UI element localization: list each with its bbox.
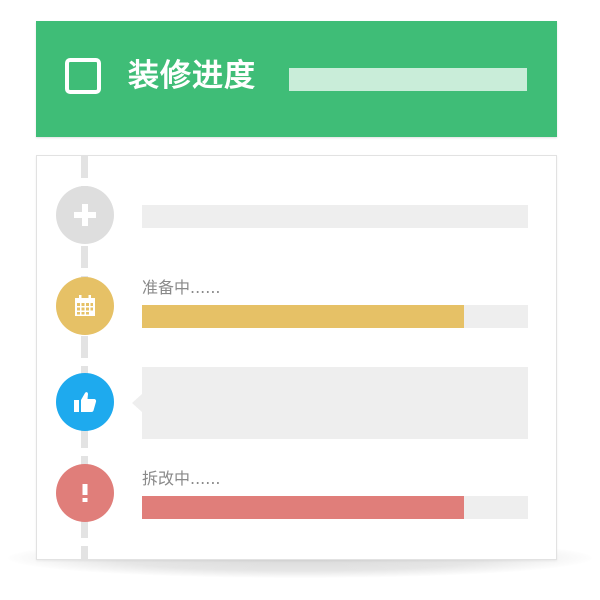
timeline-node-like[interactable]	[56, 373, 114, 431]
timeline-node-calendar[interactable]	[56, 277, 114, 335]
plus-icon	[74, 204, 96, 226]
comment-bubble	[142, 367, 528, 439]
title-placeholder-bar	[289, 68, 527, 91]
thumbs-up-icon	[74, 392, 97, 412]
checkbox-icon[interactable]	[65, 58, 101, 94]
status-label-demolition: 拆改中......	[142, 469, 221, 488]
progress-bar-preparing	[142, 305, 528, 328]
progress-illustration: 装修进度 准备中...... 拆改中......	[0, 0, 600, 600]
header-bar: 装修进度	[36, 21, 557, 137]
comment-bubble-tail	[132, 394, 142, 412]
progress-fill-preparing	[142, 305, 465, 328]
page-title: 装修进度	[128, 58, 256, 94]
calendar-icon	[75, 295, 95, 316]
timeline-item-placeholder	[142, 205, 528, 228]
progress-fill-demolition	[142, 496, 465, 519]
timeline-card: 准备中...... 拆改中......	[36, 155, 557, 560]
timeline-node-add[interactable]	[56, 186, 114, 244]
progress-bar-demolition	[142, 496, 528, 519]
exclamation-icon	[82, 484, 88, 502]
timeline-node-alert[interactable]	[56, 464, 114, 522]
status-label-preparing: 准备中......	[142, 278, 221, 297]
